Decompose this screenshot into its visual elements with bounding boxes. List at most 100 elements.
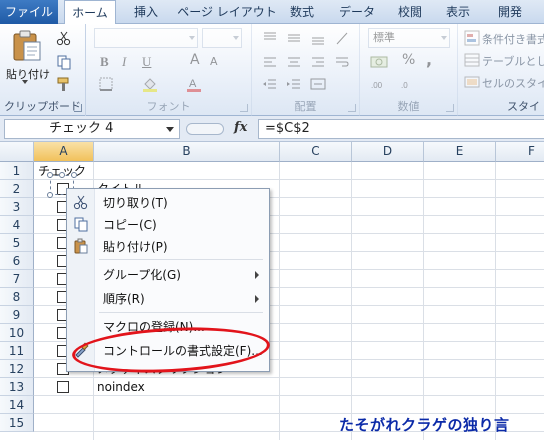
- row-header[interactable]: 7: [0, 270, 34, 288]
- column-header-c[interactable]: C: [280, 142, 352, 162]
- grow-font-button[interactable]: A: [190, 52, 200, 68]
- row-header[interactable]: 13: [0, 378, 34, 396]
- decrease-decimal-icon[interactable]: .0: [400, 76, 422, 92]
- submenu-arrow-icon: [255, 271, 259, 279]
- name-box[interactable]: チェック 4: [4, 119, 180, 139]
- row-header[interactable]: 3: [0, 198, 34, 216]
- cell-styles-icon[interactable]: [464, 74, 480, 90]
- comma-button[interactable]: ,: [426, 50, 432, 69]
- menu-item-copy[interactable]: コピー(C): [67, 213, 269, 235]
- format-painter-icon[interactable]: [56, 76, 72, 92]
- clipboard-launcher-icon[interactable]: [74, 104, 82, 112]
- tab-page-layout[interactable]: ページ レイアウト: [176, 0, 278, 24]
- gridline: [351, 162, 352, 440]
- paste-icon[interactable]: [10, 28, 44, 62]
- increase-decimal-icon[interactable]: .00: [370, 76, 392, 92]
- row-header[interactable]: 4: [0, 216, 34, 234]
- tab-formulas[interactable]: 数式: [280, 0, 324, 24]
- row-header[interactable]: 5: [0, 234, 34, 252]
- column-header-f[interactable]: F: [496, 142, 544, 162]
- align-center-icon[interactable]: [286, 54, 302, 70]
- decrease-indent-icon[interactable]: [262, 76, 278, 92]
- name-box-dropdown-icon[interactable]: [166, 127, 174, 132]
- percent-button[interactable]: %: [402, 52, 415, 68]
- italic-button[interactable]: I: [122, 54, 126, 70]
- resize-handle[interactable]: [47, 192, 53, 198]
- tab-data[interactable]: データ: [332, 0, 382, 24]
- column-header-d[interactable]: D: [352, 142, 424, 162]
- menu-item-label: グループ化(G): [103, 268, 181, 282]
- row-header[interactable]: 10: [0, 324, 34, 342]
- menu-item-group[interactable]: グループ化(G): [67, 263, 269, 285]
- resize-handle[interactable]: [59, 172, 65, 178]
- font-launcher-icon[interactable]: [240, 104, 248, 112]
- tab-home[interactable]: ホーム: [64, 0, 116, 25]
- row-header[interactable]: 11: [0, 342, 34, 360]
- fill-color-icon[interactable]: [142, 76, 158, 92]
- tab-file[interactable]: ファイル: [0, 0, 58, 24]
- resize-handle[interactable]: [71, 172, 77, 178]
- align-left-icon[interactable]: [262, 54, 278, 70]
- conditional-formatting-icon[interactable]: [464, 30, 480, 46]
- number-format-combo[interactable]: 標準: [368, 28, 450, 48]
- column-header-e[interactable]: E: [424, 142, 496, 162]
- menu-item-cut[interactable]: 切り取り(T): [67, 191, 269, 213]
- cell-styles-button[interactable]: セルのスタイル: [482, 75, 544, 91]
- column-header-b[interactable]: B: [94, 142, 280, 162]
- tab-review[interactable]: 校閲: [390, 0, 430, 24]
- row-header[interactable]: 9: [0, 306, 34, 324]
- tab-view[interactable]: 表示: [436, 0, 480, 24]
- paste-button-label[interactable]: 貼り付け: [6, 66, 50, 82]
- row-header[interactable]: 8: [0, 288, 34, 306]
- tab-developer[interactable]: 開発: [488, 0, 532, 24]
- formula-input[interactable]: =$C$2: [258, 119, 544, 139]
- merge-center-icon[interactable]: [310, 76, 326, 92]
- align-middle-icon[interactable]: [286, 30, 302, 46]
- text-orientation-icon[interactable]: [334, 30, 350, 46]
- paste-dropdown-icon[interactable]: [22, 80, 28, 84]
- increase-indent-icon[interactable]: [286, 76, 302, 92]
- row-header[interactable]: 15: [0, 414, 34, 432]
- menu-item-label: 切り取り(T): [103, 196, 168, 210]
- row-header[interactable]: 2: [0, 180, 34, 198]
- row-header[interactable]: 14: [0, 396, 34, 414]
- font-color-icon[interactable]: A: [186, 76, 202, 92]
- wrap-text-icon[interactable]: [334, 54, 350, 70]
- menu-item-paste[interactable]: 貼り付け(P): [67, 235, 269, 257]
- insert-function-icon[interactable]: fx: [234, 120, 247, 135]
- menu-item-order[interactable]: 順序(R): [67, 287, 269, 309]
- tab-insert[interactable]: 挿入: [124, 0, 168, 24]
- currency-icon[interactable]: [370, 54, 392, 70]
- alignment-launcher-icon[interactable]: [348, 104, 356, 112]
- conditional-formatting-button[interactable]: 条件付き書式: [482, 31, 544, 47]
- shrink-font-button[interactable]: A: [210, 55, 218, 68]
- border-icon[interactable]: [98, 76, 114, 92]
- number-launcher-icon[interactable]: [446, 104, 454, 112]
- bold-button[interactable]: B: [100, 54, 109, 70]
- formula-bar-splitter[interactable]: [186, 123, 224, 135]
- align-right-icon[interactable]: [310, 54, 326, 70]
- underline-button[interactable]: U: [142, 54, 151, 70]
- checkbox-control[interactable]: [57, 381, 69, 393]
- column-header-a[interactable]: A: [34, 142, 94, 162]
- ribbon-tab-bar: ファイル ホーム 挿入 ページ レイアウト 数式 データ 校閲 表示 開発: [0, 0, 544, 25]
- svg-text:.0: .0: [401, 81, 408, 90]
- select-all-corner[interactable]: [0, 142, 34, 162]
- menu-item-label: コピー(C): [103, 218, 157, 232]
- submenu-arrow-icon: [255, 295, 259, 303]
- row-header[interactable]: 1: [0, 162, 34, 180]
- resize-handle[interactable]: [47, 172, 53, 178]
- format-as-table-button[interactable]: テーブルとして: [482, 53, 544, 69]
- ribbon: 貼り付け クリップボード B I U A A A フォント 配置 標準 % , …: [0, 24, 544, 116]
- format-as-table-icon[interactable]: [464, 52, 480, 68]
- row-header[interactable]: 6: [0, 252, 34, 270]
- row-header[interactable]: 12: [0, 360, 34, 378]
- cut-icon[interactable]: [56, 30, 72, 46]
- menu-item-label: 順序(R): [103, 292, 145, 306]
- align-bottom-icon[interactable]: [310, 30, 326, 46]
- cell-b13: noindex: [97, 380, 145, 394]
- font-name-combo[interactable]: [94, 28, 198, 48]
- align-top-icon[interactable]: [262, 30, 278, 46]
- font-size-combo[interactable]: [202, 28, 242, 48]
- copy-icon[interactable]: [56, 54, 72, 70]
